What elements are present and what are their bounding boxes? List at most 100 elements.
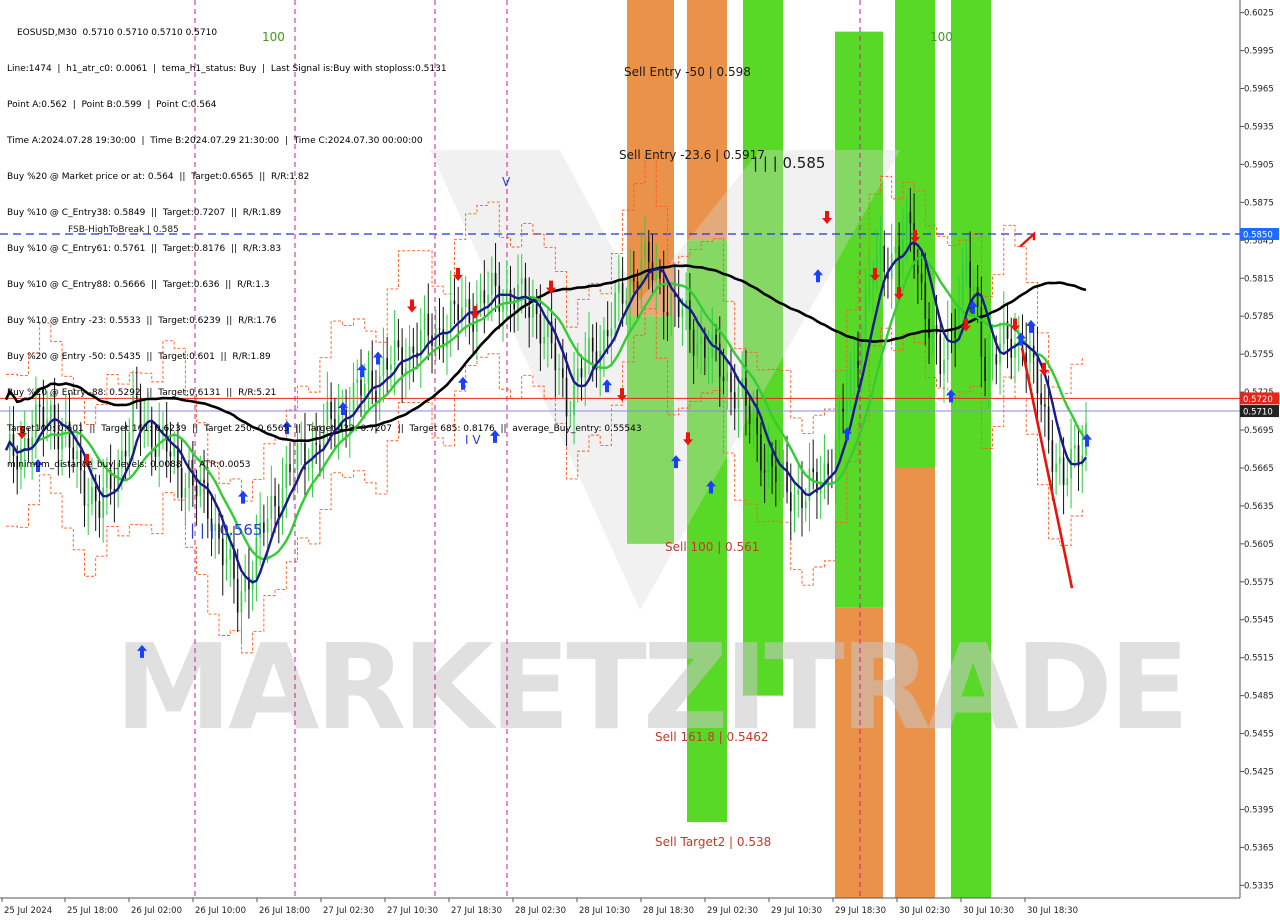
info-line: Buy %10 @ Entry -23: 0.5533 || Target:0.… [7, 316, 277, 326]
level-label: Sell 161.8 | 0.5462 [655, 730, 769, 744]
candle-body [87, 504, 90, 506]
time-tick-label: 27 Jul 10:30 [387, 906, 438, 916]
candle-body [655, 270, 658, 281]
watermark-text: MARKETZITRADE [115, 618, 1186, 756]
candle-body [748, 405, 751, 424]
candle-body [860, 337, 863, 369]
candle-body [973, 287, 975, 289]
info-line: Line:1474 | h1_atr_c0: 0.0061 | tema_h1_… [7, 64, 447, 74]
candle-body [251, 578, 254, 590]
candle-body [726, 372, 729, 382]
candle-body [853, 360, 856, 367]
candle-body [898, 246, 900, 258]
candle-body [1059, 457, 1061, 464]
time-tick-label: 28 Jul 10:30 [579, 906, 630, 916]
info-line: minimum_distance_buy_levels: 0.0088 || A… [7, 460, 251, 470]
candle-body [928, 318, 930, 338]
candle-body [1073, 445, 1076, 449]
candle-body [752, 417, 755, 424]
candle-body [793, 494, 796, 512]
candle-body [991, 354, 994, 356]
candle-body [969, 261, 971, 288]
price-tick-label: 0.5365 [1244, 843, 1274, 853]
candle-body [838, 408, 841, 440]
info-line: Time A:2024.07.28 19:30:00 | Time B:2024… [7, 136, 423, 146]
candle-body [756, 417, 758, 435]
price-tick-label: 0.5905 [1244, 160, 1274, 170]
price-tick-label: 0.5965 [1244, 85, 1274, 95]
candle-body [980, 307, 983, 357]
candle-body [696, 343, 699, 356]
time-tick-label: 26 Jul 18:00 [259, 906, 310, 916]
candle-body [98, 501, 101, 518]
candle-body [823, 463, 826, 482]
candle-body [266, 518, 269, 533]
info-line: Buy %20 @ Market price or at: 0.564 || T… [7, 172, 310, 182]
info-line: Buy %10 @ C_Entry38: 0.5849 || Target:0.… [7, 208, 282, 218]
price-tick-label: 0.5935 [1244, 122, 1274, 132]
candle-body [1051, 440, 1054, 472]
info-line: Buy %20 @ Entry -88: 0.5292 || Target:0.… [7, 388, 277, 398]
candle-body [670, 293, 672, 317]
time-tick-label: 25 Jul 18:00 [67, 906, 118, 916]
chart-area: MARKETZITRADE Sell Entry -50 | 0.598 Sell… [0, 0, 1280, 920]
candle-body [244, 577, 246, 592]
time-tick-label: 29 Jul 10:30 [771, 906, 822, 916]
candle-body [692, 329, 695, 356]
price-tick-label: 0.5335 [1244, 881, 1274, 891]
candle-body [913, 223, 915, 266]
candle-body [771, 454, 773, 467]
info-line: Buy %20 @ Entry -50: 0.5435 || Target:0.… [7, 352, 271, 362]
price-badge-label: 0.5850 [1243, 230, 1273, 240]
marker-label: 100 [930, 30, 953, 44]
price-tick-label: 0.5995 [1244, 47, 1274, 57]
time-tick-label: 30 Jul 18:30 [1027, 906, 1078, 916]
time-tick-label: 29 Jul 02:30 [707, 906, 758, 916]
candle-body [943, 359, 945, 374]
candle-body [924, 282, 927, 319]
candle-body [920, 273, 923, 283]
candle-body [1047, 406, 1050, 441]
candle-body [883, 245, 886, 272]
symbol-line: EOSUSD,M30 0.5710 0.5710 0.5710 0.5710 [17, 28, 218, 38]
price-tick-label: 0.5605 [1244, 540, 1274, 550]
price-tick-label: 0.5875 [1244, 198, 1274, 208]
candle-body [644, 241, 646, 260]
level-label: Sell Entry -50 | 0.598 [624, 65, 751, 79]
price-tick-label: 0.5635 [1244, 502, 1274, 512]
time-tick-label: 26 Jul 10:00 [195, 906, 246, 916]
candle-body [666, 312, 669, 317]
candle-body [733, 392, 736, 409]
time-tick-label: 29 Jul 18:30 [835, 906, 886, 916]
price-tick-label: 0.5695 [1244, 426, 1274, 436]
candle-body [976, 287, 979, 308]
candle-body [849, 366, 852, 400]
candle-body [786, 462, 788, 493]
candle-body [789, 492, 792, 512]
time-tick-label: 30 Jul 10:30 [963, 906, 1014, 916]
price-tick-label: 0.5755 [1244, 350, 1274, 360]
candle-body [229, 549, 232, 560]
candle-body [988, 355, 990, 381]
candle-body [797, 489, 800, 495]
time-tick-label: 27 Jul 18:30 [451, 906, 502, 916]
candle-body [864, 294, 867, 338]
candle-body [965, 261, 968, 267]
price-tick-label: 0.6025 [1244, 9, 1274, 19]
candle-body [760, 434, 762, 471]
candle-body [984, 356, 986, 381]
candle-body [1062, 457, 1065, 486]
candle-body [225, 559, 228, 566]
candle-body [1040, 393, 1042, 405]
time-tick-label: 26 Jul 02:00 [131, 906, 182, 916]
level-label: Sell 100 | 0.561 [665, 540, 759, 554]
candle-body [263, 522, 265, 533]
price-tick-label: 0.5785 [1244, 312, 1274, 322]
candle-body [868, 283, 871, 295]
candle-body [999, 343, 1001, 365]
candle-body [804, 501, 807, 509]
candle-body [775, 466, 777, 482]
candle-body [700, 337, 702, 344]
candle-body [221, 538, 224, 566]
candle-body [722, 376, 725, 382]
